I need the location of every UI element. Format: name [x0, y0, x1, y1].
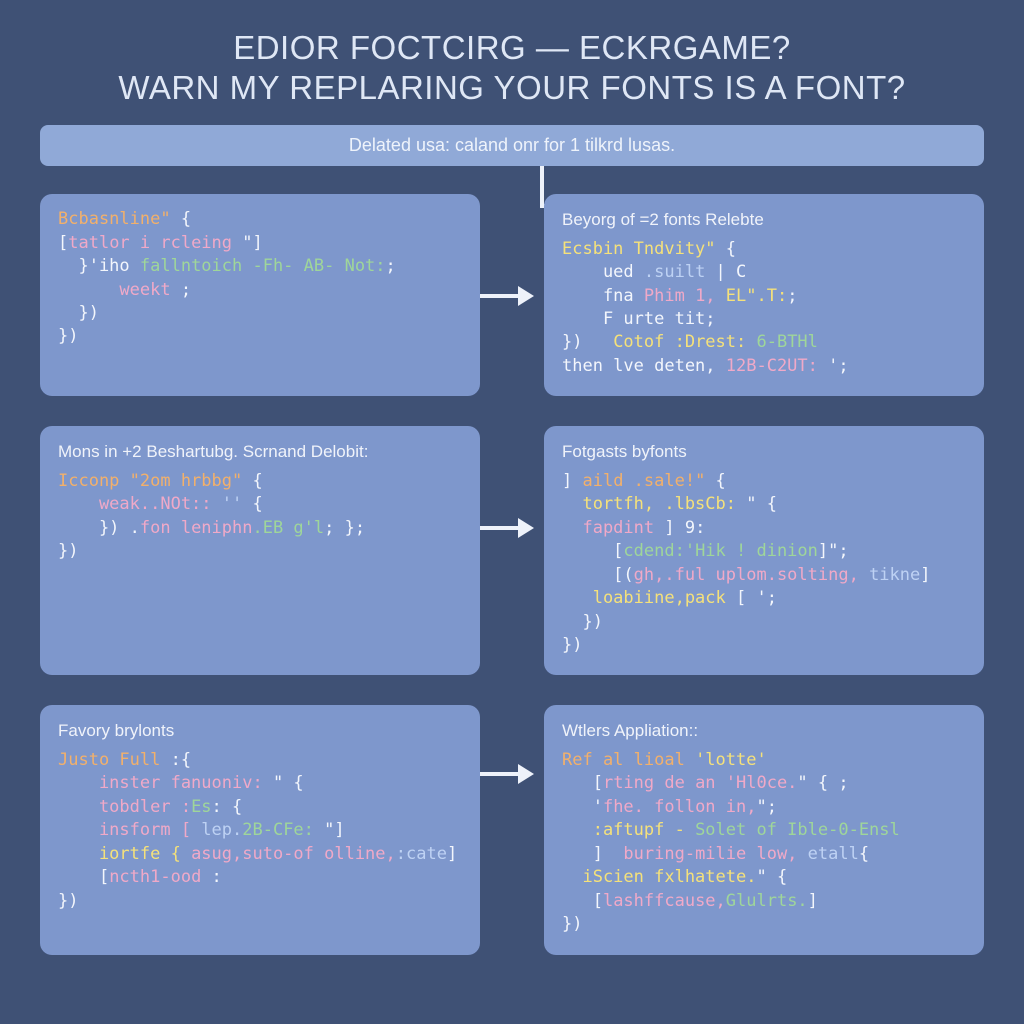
code-block: Bcbasnline" {[tatlor i rcleing "] }'iho … [58, 208, 462, 349]
card-title: Mons in +2 Beshartubg. Scrnand Delobit: [58, 440, 462, 463]
code-card-2: Mons in +2 Beshartubg. Scrnand Delobit: … [40, 426, 480, 675]
title-line-1: EDIOR FOCTCIRG — ECKRGAME? [34, 28, 990, 68]
code-card-4: Favory brylonts Justo Full :{ inster fan… [40, 705, 480, 954]
connector-vertical [540, 166, 544, 206]
title-line-2: WARN MY REPLARING YOUR FONTS IS A FONT? [34, 68, 990, 108]
code-card-0: Bcbasnline" {[tatlor i rcleing "] }'iho … [40, 194, 480, 396]
code-card-5: Wtlers Appliation:: Ref al lioal 'lotte'… [544, 705, 984, 954]
page-title-block: EDIOR FOCTCIRG — ECKRGAME? WARN MY REPLA… [34, 28, 990, 107]
arrow-row-1 [476, 294, 520, 298]
arrow-row-3 [476, 772, 520, 776]
code-block: Ref al lioal 'lotte' [rting de an 'Hl0ce… [562, 749, 966, 937]
arrow-row-2 [476, 526, 520, 530]
diagram-grid: Bcbasnline" {[tatlor i rcleing "] }'iho … [34, 176, 990, 954]
card-title: Wtlers Appliation:: [562, 719, 966, 742]
card-title: Fotgasts byfonts [562, 440, 966, 463]
code-card-3: Fotgasts byfonts ] aild .sale!" { tortfh… [544, 426, 984, 675]
code-card-1: Beyorg of =2 fonts Relebte Ecsbin Tndvit… [544, 194, 984, 396]
info-banner: Delated usa: caland onr for 1 tilkrd lus… [40, 125, 984, 166]
card-title: Beyorg of =2 fonts Relebte [562, 208, 966, 231]
code-block: Justo Full :{ inster fanuoniv: " { tobdl… [58, 749, 462, 913]
code-block: ] aild .sale!" { tortfh, .lbsCb: " { fap… [562, 470, 966, 658]
card-title: Favory brylonts [58, 719, 462, 742]
code-block: Ecsbin Tndvity" { ued .suilt | C fna Phi… [562, 238, 966, 379]
code-block: Icconp "2om hrbbg" { weak..NOt:: '' { })… [58, 470, 462, 564]
